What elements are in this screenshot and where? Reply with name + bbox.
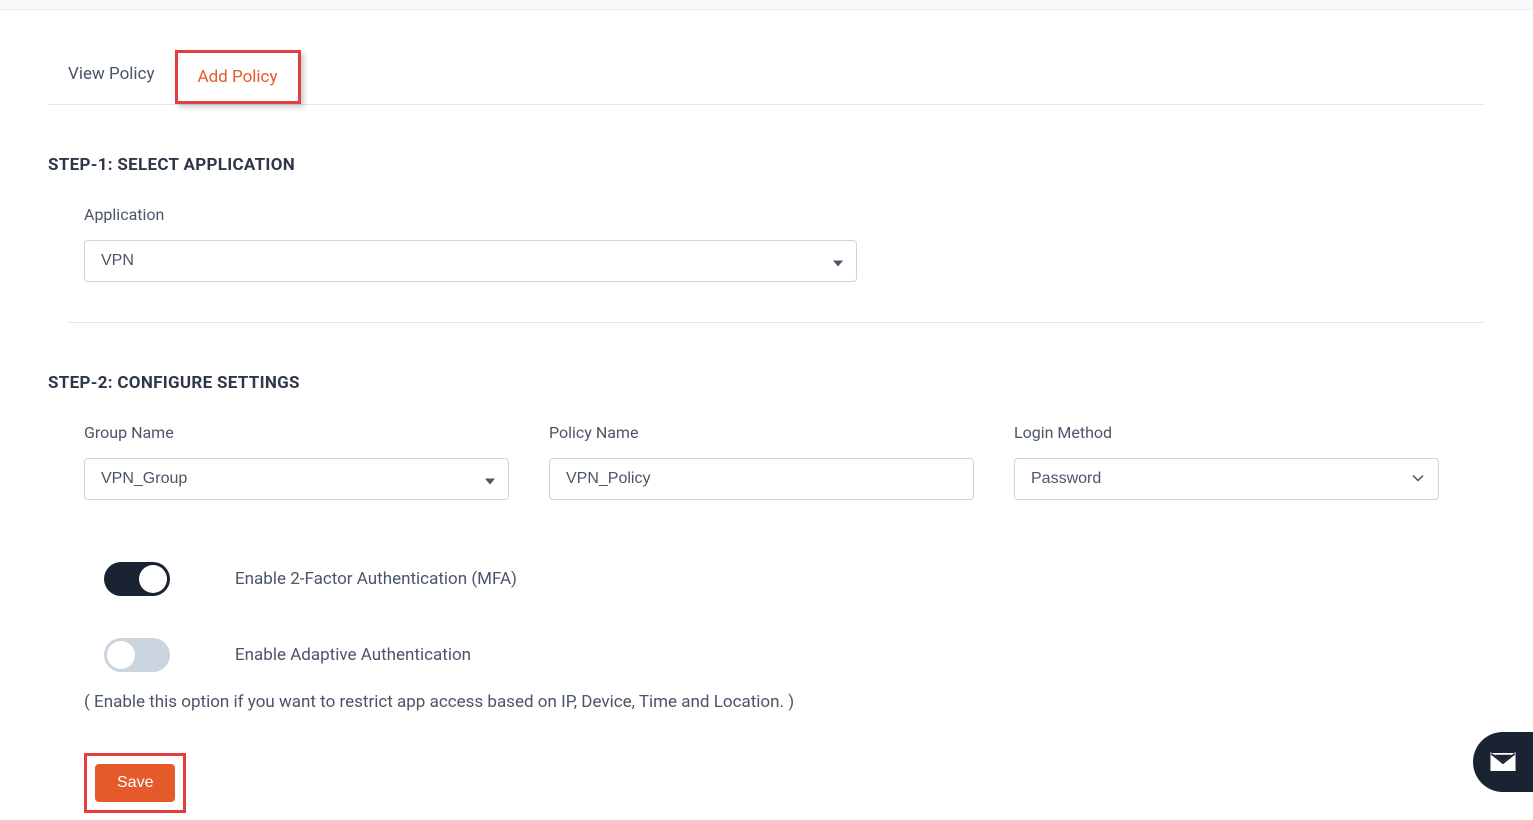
step2-heading: STEP-2: CONFIGURE SETTINGS bbox=[48, 373, 1485, 393]
tabs-container: View Policy Add Policy bbox=[48, 50, 1485, 105]
save-button[interactable]: Save bbox=[95, 764, 175, 802]
policy-name-label: Policy Name bbox=[549, 423, 974, 442]
login-method-select[interactable] bbox=[1014, 458, 1439, 500]
tab-add-policy[interactable]: Add Policy bbox=[175, 50, 301, 104]
group-name-label: Group Name bbox=[84, 423, 509, 442]
step1-heading: STEP-1: SELECT APPLICATION bbox=[48, 155, 1485, 175]
login-method-label: Login Method bbox=[1014, 423, 1439, 442]
chat-widget[interactable] bbox=[1473, 732, 1533, 792]
adaptive-auth-toggle[interactable] bbox=[104, 638, 170, 672]
top-bar bbox=[0, 0, 1533, 10]
mfa-toggle-label: Enable 2-Factor Authentication (MFA) bbox=[235, 560, 517, 593]
application-label: Application bbox=[84, 205, 1485, 224]
save-button-highlight: Save bbox=[84, 753, 186, 813]
mail-icon bbox=[1489, 751, 1517, 773]
mfa-toggle[interactable] bbox=[104, 562, 170, 596]
tab-view-policy[interactable]: View Policy bbox=[48, 50, 175, 104]
policy-name-input[interactable] bbox=[549, 458, 974, 500]
adaptive-auth-label: Enable Adaptive Authentication bbox=[235, 636, 471, 669]
group-name-select[interactable] bbox=[84, 458, 509, 500]
adaptive-auth-description: ( Enable this option if you want to rest… bbox=[234, 682, 1134, 723]
application-select[interactable] bbox=[84, 240, 857, 282]
section-divider bbox=[68, 322, 1485, 323]
